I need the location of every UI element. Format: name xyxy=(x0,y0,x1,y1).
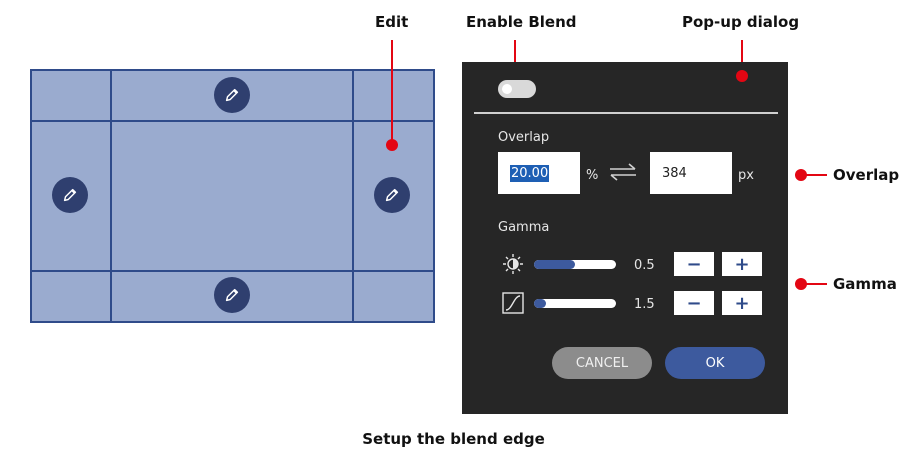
figure-caption: Setup the blend edge xyxy=(362,430,545,448)
slider-fill xyxy=(534,260,575,269)
pencil-icon xyxy=(225,88,239,102)
edit-callout-line xyxy=(391,40,393,143)
pencil-icon xyxy=(385,188,399,202)
popup-dialog-callout-label: Pop-up dialog xyxy=(682,13,800,31)
blend-grid-panel xyxy=(30,69,435,323)
toggle-knob xyxy=(502,84,512,94)
grid-line xyxy=(30,120,435,122)
grid-line xyxy=(433,69,435,323)
gamma-curve-value: 1.5 xyxy=(634,297,655,312)
overlap-px-input[interactable]: 384 xyxy=(650,152,732,194)
overlap-label: Overlap xyxy=(498,130,550,145)
ok-button[interactable]: OK xyxy=(665,347,765,379)
overlap-percent-value: 20.00 xyxy=(510,164,550,182)
gamma-callout-label: Gamma xyxy=(833,275,897,293)
gamma-curve-icon xyxy=(502,292,524,314)
px-unit-label: px xyxy=(738,168,754,183)
cancel-button[interactable]: CANCEL xyxy=(552,347,652,379)
overlap-px-value: 384 xyxy=(662,165,687,181)
brightness-icon xyxy=(503,254,523,274)
edit-right-edge-button[interactable] xyxy=(374,177,410,213)
pencil-icon xyxy=(225,288,239,302)
gamma-brightness-plus-button[interactable]: + xyxy=(722,252,762,276)
grid-line xyxy=(30,270,435,272)
gamma-brightness-value: 0.5 xyxy=(634,258,655,273)
blend-popup-dialog: Overlap 20.00 % 384 px Gamma 0.5 − + 1.5… xyxy=(462,62,788,414)
grid-line xyxy=(30,321,435,323)
overlap-callout-label: Overlap xyxy=(833,166,900,184)
edit-callout-label: Edit xyxy=(375,13,409,31)
dialog-divider xyxy=(474,112,778,114)
enable-blend-toggle[interactable] xyxy=(498,80,536,98)
grid-line xyxy=(30,69,435,71)
edit-callout-dot xyxy=(386,139,398,151)
swap-arrows-icon xyxy=(610,163,636,181)
gamma-brightness-slider[interactable] xyxy=(534,260,616,269)
percent-unit-label: % xyxy=(586,168,599,183)
gamma-curve-plus-button[interactable]: + xyxy=(722,291,762,315)
edit-top-edge-button[interactable] xyxy=(214,77,250,113)
grid-line xyxy=(352,69,354,323)
grid-line xyxy=(110,69,112,323)
pencil-icon xyxy=(63,188,77,202)
overlap-callout-line xyxy=(801,174,827,176)
gamma-curve-minus-button[interactable]: − xyxy=(674,291,714,315)
overlap-percent-input[interactable]: 20.00 xyxy=(498,152,580,194)
gamma-curve-slider[interactable] xyxy=(534,299,616,308)
slider-fill xyxy=(534,299,547,308)
enable-blend-callout-label: Enable Blend xyxy=(466,13,577,31)
grid-line xyxy=(30,69,32,323)
gamma-brightness-minus-button[interactable]: − xyxy=(674,252,714,276)
gamma-callout-line xyxy=(801,283,827,285)
edit-left-edge-button[interactable] xyxy=(52,177,88,213)
edit-bottom-edge-button[interactable] xyxy=(214,277,250,313)
popup-dialog-callout-dot xyxy=(736,70,748,82)
gamma-label: Gamma xyxy=(498,220,550,235)
